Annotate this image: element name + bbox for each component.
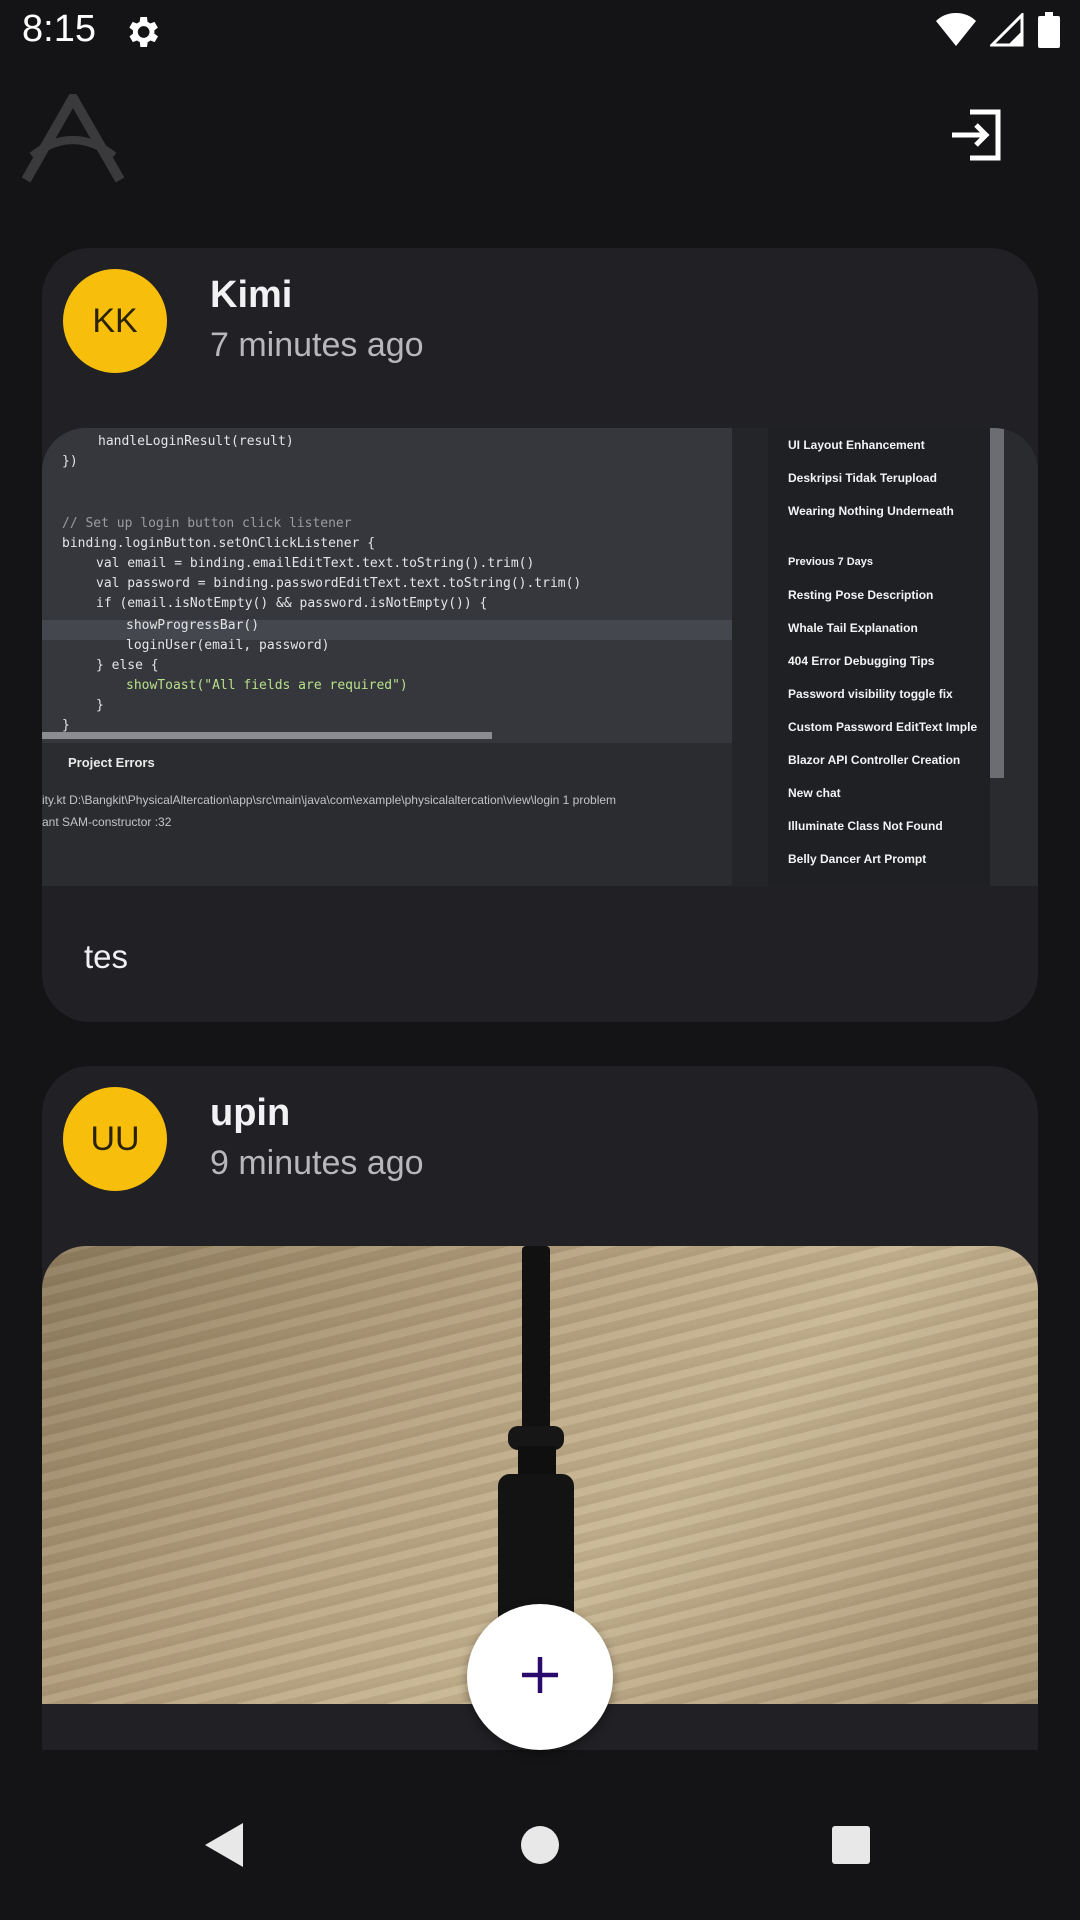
errors-path: ity.kt D:\Bangkit\PhysicalAltercation\ap…: [42, 793, 617, 807]
signal-icon: [988, 10, 1024, 52]
post-timestamp: 9 minutes ago: [210, 1144, 424, 1182]
gear-icon: [122, 12, 162, 52]
logout-icon: [950, 108, 1004, 167]
code-line: } else {: [96, 658, 159, 673]
recents-button[interactable]: [806, 1802, 896, 1892]
cable: [522, 1246, 550, 1434]
code-screenshot: handleLoginResult(result) }) // Set up l…: [42, 428, 1038, 886]
avatar: KK: [63, 269, 167, 373]
chat-history-item: 404 Error Debugging Tips: [788, 654, 935, 668]
code-line: showProgressBar(): [126, 618, 260, 633]
errors-panel: Project Errors ity.kt D:\Bangkit\Physica…: [42, 743, 732, 886]
code-line: // Set up login button click listener: [62, 516, 352, 531]
wifi-icon: [936, 12, 976, 52]
code-editor-area: handleLoginResult(result) }) // Set up l…: [42, 428, 732, 743]
code-line: loginUser(email, password): [126, 638, 330, 653]
code-line: }): [62, 454, 78, 469]
add-post-button[interactable]: [467, 1604, 613, 1750]
avatar: UU: [63, 1087, 167, 1191]
back-button[interactable]: [180, 1802, 270, 1892]
chat-history-item: Resting Pose Description: [788, 588, 934, 602]
code-line: val email = binding.emailEditText.text.t…: [96, 556, 535, 571]
post-username: upin: [210, 1092, 291, 1134]
status-bar: 8:15: [0, 0, 1080, 64]
back-icon: [203, 1821, 247, 1874]
plus-icon: [518, 1653, 562, 1702]
post-username: Kimi: [210, 274, 293, 316]
logout-button[interactable]: [944, 104, 1010, 170]
chat-history-item: Illuminate Class Not Found: [788, 819, 943, 833]
battery-icon: [1038, 11, 1060, 53]
app-logo-icon: [21, 93, 125, 184]
post-image[interactable]: handleLoginResult(result) }) // Set up l…: [42, 428, 1038, 886]
monitor-bezel: [732, 428, 768, 886]
errors-title: Project Errors: [68, 755, 155, 770]
chat-history-item: Whale Tail Explanation: [788, 621, 918, 635]
system-nav-bar: [0, 1770, 1080, 1920]
code-line: handleLoginResult(result): [98, 434, 294, 449]
chat-history-item: Wearing Nothing Underneath: [788, 504, 954, 518]
status-time: 8:15: [22, 8, 96, 50]
chat-history-item: Belly Dancer Art Prompt: [788, 852, 927, 866]
chat-history-item: New chat: [788, 786, 841, 800]
posts-feed[interactable]: KK Kimi 7 minutes ago handleLoginResult(…: [0, 248, 1080, 1750]
post-caption: tes: [84, 938, 129, 975]
post-card[interactable]: KK Kimi 7 minutes ago handleLoginResult(…: [42, 248, 1038, 1022]
errors-item: ant SAM-constructor :32: [42, 815, 172, 829]
home-icon: [520, 1825, 560, 1870]
code-line: showToast("All fields are required"): [126, 678, 408, 693]
chat-history-item: UI Layout Enhancement: [788, 438, 925, 452]
home-button[interactable]: [495, 1802, 585, 1892]
code-line: }: [96, 698, 104, 713]
chat-history-section: Previous 7 Days: [788, 556, 873, 568]
code-line: val password = binding.passwordEditText.…: [96, 576, 582, 591]
chat-history-item: Custom Password EditText Imple: [788, 720, 978, 734]
chat-history-scroll-thumb: [990, 428, 1004, 778]
horizontal-scrollbar: [42, 732, 492, 739]
code-line: binding.loginButton.setOnClickListener {: [62, 536, 376, 551]
status-icons: [936, 10, 1060, 53]
code-line: }: [62, 718, 70, 733]
chat-history-item: Password visibility toggle fix: [788, 687, 953, 701]
app-bar: [0, 80, 1080, 200]
post-timestamp: 7 minutes ago: [210, 326, 424, 364]
chat-history-item: Deskripsi Tidak Terupload: [788, 471, 937, 485]
chat-history-item: Blazor API Controller Creation: [788, 753, 961, 767]
recents-icon: [831, 1825, 871, 1870]
code-line: if (email.isNotEmpty() && password.isNot…: [96, 596, 488, 611]
